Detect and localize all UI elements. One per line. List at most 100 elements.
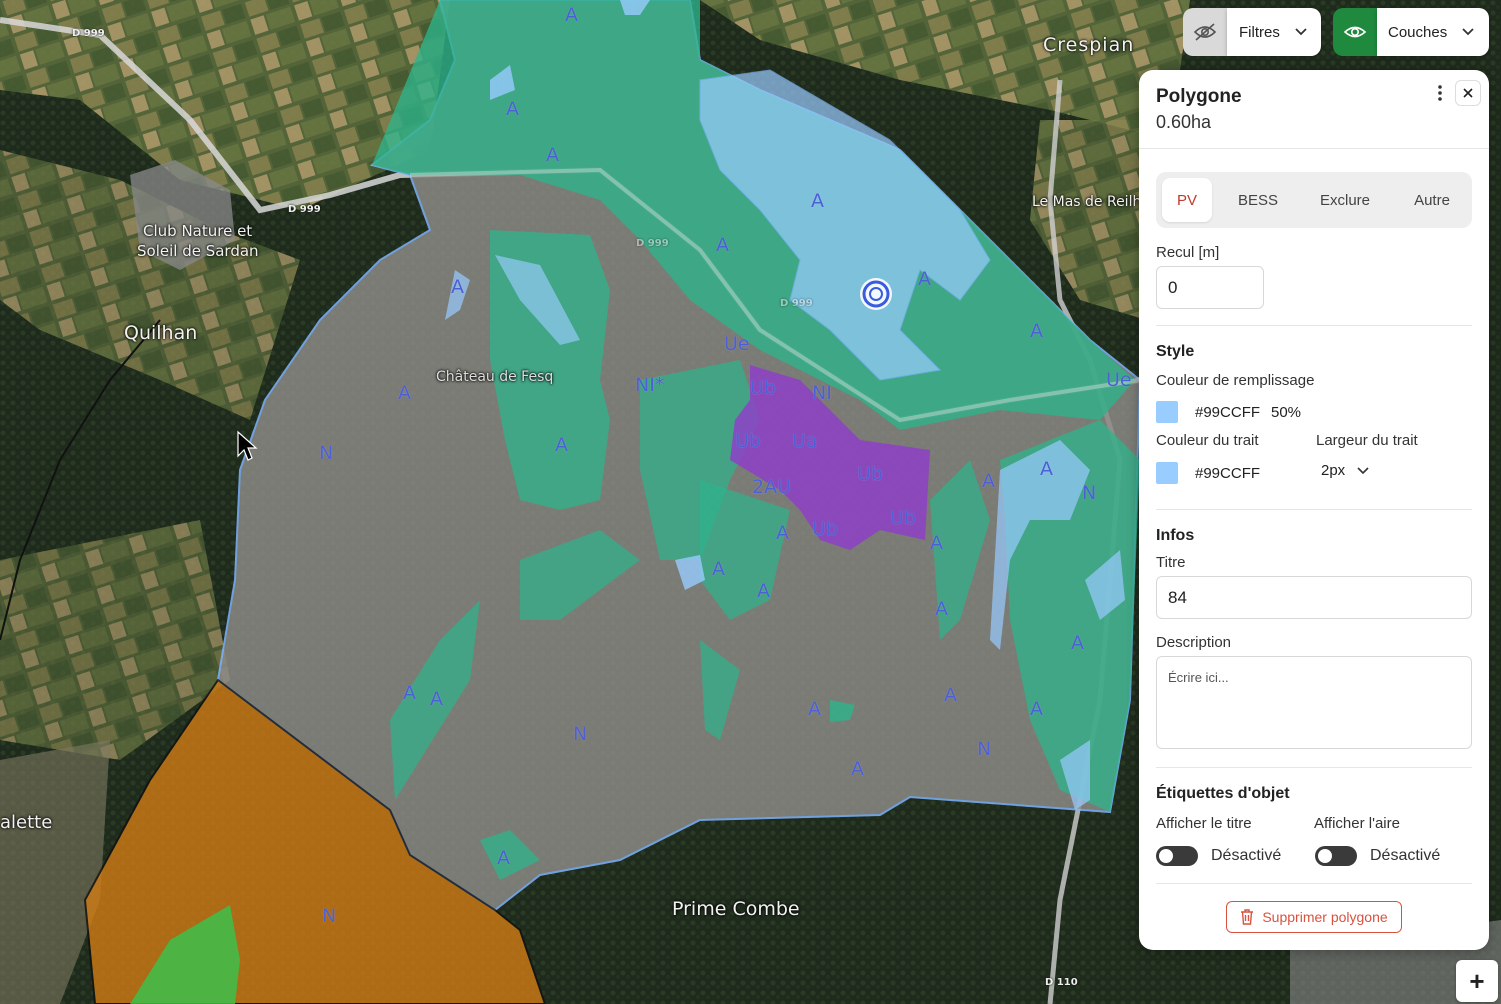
zone-label: Ub	[750, 377, 776, 399]
layers-dropdown[interactable]: Couches	[1377, 8, 1489, 56]
place-label-mas-reilh: Le Mas de Reilh	[1032, 194, 1142, 210]
zone-label: A	[930, 532, 943, 554]
show-title-label: Afficher le titre	[1156, 815, 1252, 832]
fill-color-swatch[interactable]	[1156, 401, 1178, 423]
layers-visibility-toggle[interactable]	[1333, 8, 1377, 56]
place-label-crespian: Crespian	[1043, 34, 1135, 56]
zone-label: A	[935, 598, 948, 620]
zone-label: Ua	[792, 430, 818, 452]
close-button[interactable]	[1455, 80, 1481, 106]
layers-label: Couches	[1388, 23, 1448, 41]
divider	[1156, 767, 1472, 768]
eye-icon	[1343, 26, 1367, 38]
zone-label: N	[319, 442, 334, 464]
tab-bess[interactable]: BESS	[1226, 178, 1290, 222]
selected-polygon-marker	[860, 278, 892, 310]
tab-autre[interactable]: Autre	[1400, 178, 1464, 222]
zone-label: A	[497, 847, 510, 869]
zone-label: N	[322, 905, 337, 927]
setback-input[interactable]: 0	[1156, 266, 1264, 309]
zoom-in-button[interactable]: +	[1456, 960, 1498, 1002]
zone-label: A	[546, 144, 559, 166]
place-label-chateau: Château de Fesq	[436, 369, 554, 385]
zone-label: A	[851, 758, 864, 780]
zone-label: 2AU	[752, 476, 791, 498]
road-label: D 999	[288, 204, 321, 215]
zone-label: N	[977, 738, 992, 760]
zone-label: A	[565, 4, 578, 26]
zone-label: A	[776, 522, 789, 544]
polygon-area: 0.60ha	[1156, 112, 1212, 132]
infos-heading: Infos	[1156, 527, 1195, 544]
delete-polygon-button[interactable]: Supprimer polygone	[1226, 901, 1402, 933]
road-label: D 999	[780, 298, 813, 309]
stroke-color-label: Couleur du trait	[1156, 432, 1259, 449]
stroke-width-select[interactable]: 2px	[1321, 462, 1369, 479]
zone-label: A	[1040, 458, 1053, 480]
road-label: D 999	[636, 238, 669, 249]
fill-color-value: #99CCFF	[1195, 404, 1261, 421]
zone-label: A	[398, 382, 411, 404]
zone-label: N	[573, 723, 588, 745]
stroke-color-swatch[interactable]	[1156, 462, 1178, 484]
divider	[1156, 883, 1472, 884]
zone-label: A	[1030, 320, 1043, 342]
show-area-label: Afficher l'aire	[1314, 815, 1400, 832]
zone-label: A	[403, 682, 416, 704]
zone-label: A	[1071, 632, 1084, 654]
setback-label: Recul [m]	[1156, 244, 1220, 261]
show-title-toggle[interactable]	[1156, 846, 1198, 866]
trash-icon	[1241, 909, 1254, 925]
zone-label: A	[716, 234, 729, 256]
place-label-alette: alette	[0, 812, 53, 833]
filters-dropdown[interactable]: Filtres	[1227, 8, 1321, 56]
zone-label: A	[430, 688, 443, 710]
tab-pv[interactable]: PV	[1162, 178, 1212, 222]
road-label: D 999	[72, 28, 105, 39]
close-icon	[1463, 88, 1473, 98]
zone-label: A	[451, 276, 464, 298]
title-label: Titre	[1156, 554, 1186, 571]
zone-label: Ub	[857, 463, 883, 485]
divider	[1156, 509, 1472, 510]
zone-label: Ub	[812, 518, 838, 540]
panel-title: Polygone	[1156, 86, 1242, 107]
style-heading: Style	[1156, 343, 1195, 360]
title-input[interactable]: 84	[1156, 576, 1472, 619]
divider	[1156, 325, 1472, 326]
type-tabs: PV BESS Exclure Autre	[1156, 172, 1472, 228]
zone-label: A	[944, 684, 957, 706]
zone-label: Ub	[735, 430, 761, 452]
fill-color-label: Couleur de remplissage	[1156, 372, 1315, 389]
zone-label: A	[918, 268, 931, 290]
description-label: Description	[1156, 634, 1232, 651]
road-label: D 110	[1045, 977, 1078, 988]
fill-opacity-value[interactable]: 50%	[1271, 404, 1301, 421]
stroke-width-value: 2px	[1321, 462, 1346, 479]
zone-label: Ue	[1106, 369, 1132, 391]
place-label-club-line2: Soleil de Sardan	[137, 242, 259, 260]
chevron-down-icon	[1462, 28, 1474, 36]
polygon-panel: Polygone 0.60ha PV BESS Exclure Autre Re…	[1139, 70, 1489, 950]
object-labels-heading: Étiquettes d'objet	[1156, 785, 1290, 802]
zone-label: NI	[812, 382, 832, 404]
description-textarea[interactable]: Écrire ici...	[1156, 656, 1472, 749]
place-label-quilhan: Quilhan	[124, 322, 198, 344]
zone-label: NI*	[635, 374, 665, 396]
show-area-toggle[interactable]	[1315, 846, 1357, 866]
tab-exclure[interactable]: Exclure	[1306, 178, 1384, 222]
zone-label: Ub	[890, 507, 916, 529]
zone-label: A	[757, 580, 770, 602]
chevron-down-icon	[1357, 466, 1369, 474]
show-title-state: Désactivé	[1211, 847, 1282, 864]
stroke-color-value: #99CCFF	[1195, 465, 1261, 482]
divider	[1139, 148, 1489, 149]
zone-label: A	[808, 698, 821, 720]
more-options-icon[interactable]	[1435, 84, 1445, 102]
place-label-club: Club Nature et	[143, 222, 253, 240]
zone-label: A	[982, 470, 995, 492]
delete-polygon-label: Supprimer polygone	[1262, 909, 1388, 925]
zone-label: A	[712, 558, 725, 580]
filters-visibility-toggle[interactable]	[1183, 8, 1227, 56]
filters-label: Filtres	[1239, 23, 1280, 41]
